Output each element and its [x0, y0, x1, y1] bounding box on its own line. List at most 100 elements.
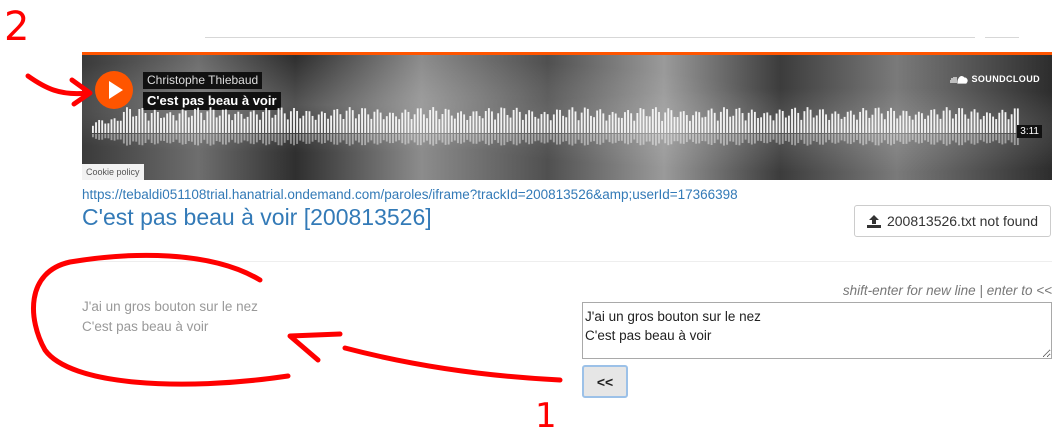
waveform-bar	[862, 108, 865, 133]
waveform-reflection	[311, 134, 314, 142]
track-artist[interactable]: Christophe Thiebaud	[143, 72, 263, 89]
waveform-bar	[206, 111, 209, 133]
waveform-reflection	[450, 134, 453, 142]
waveform-reflection	[723, 134, 725, 146]
waveform-reflection	[243, 134, 246, 141]
waveform-reflection	[927, 134, 930, 142]
iframe-url-link[interactable]: https://tebaldi051108trial.hanatrial.ond…	[82, 187, 738, 202]
waveform-reflection	[228, 134, 230, 143]
waveform-reflection	[856, 134, 858, 140]
waveform-bar	[902, 110, 905, 133]
waveform-bar	[723, 107, 725, 133]
waveform-bar	[713, 112, 716, 133]
waveform-reflection	[710, 134, 713, 145]
waveform-bar	[252, 110, 255, 133]
waveform-bar	[602, 113, 605, 133]
waveform-reflection	[348, 134, 351, 146]
waveform-bar	[110, 119, 113, 133]
cookie-policy-link[interactable]: Cookie policy	[82, 164, 144, 180]
waveform-reflection	[194, 134, 196, 145]
waveform-reflection	[138, 134, 141, 145]
waveform-bar	[757, 118, 759, 133]
waveform-bar	[438, 119, 441, 133]
waveform-bar	[141, 107, 144, 133]
waveform-reflection	[293, 134, 295, 146]
waveform-reflection	[472, 134, 475, 144]
waveform-reflection	[951, 134, 954, 141]
waveform-bar	[948, 110, 951, 133]
waveform-bar	[815, 115, 818, 133]
waveform-bar	[271, 117, 274, 133]
waveform-reflection	[772, 134, 775, 140]
waveform-bar	[327, 118, 329, 133]
waveform-reflection	[602, 134, 605, 143]
waveform-bar	[429, 110, 432, 133]
waveform-bar	[215, 117, 218, 133]
waveform-bar	[546, 114, 549, 133]
waveform-bar	[373, 111, 376, 133]
waveform-reflection	[203, 134, 206, 140]
waveform-reflection	[921, 134, 923, 143]
waveform-bar	[336, 109, 339, 133]
waveform-bar	[911, 119, 914, 133]
waveform-reflection	[469, 134, 472, 142]
waveform-reflection	[840, 134, 843, 141]
waveform-bar	[413, 114, 416, 133]
waveform-reflection	[286, 134, 289, 141]
waveform-reflection	[175, 134, 178, 140]
txt-file-button[interactable]: 200813526.txt not found	[854, 205, 1051, 237]
waveform-bar	[812, 117, 815, 133]
top-divider-short	[985, 37, 1019, 38]
waveform-reflection	[129, 134, 131, 145]
waveform-bar	[342, 118, 345, 133]
waveform-reflection	[367, 134, 370, 143]
waveform-bar	[283, 113, 286, 133]
waveform-bar	[305, 110, 308, 133]
waveform-reflection	[453, 134, 456, 141]
waveform[interactable]	[92, 107, 1020, 149]
waveform-reflection	[262, 134, 264, 144]
waveform-reflection	[698, 134, 701, 144]
lyrics-line: C'est pas beau à voir	[82, 319, 209, 334]
waveform-reflection	[280, 134, 283, 146]
waveform-reflection	[726, 134, 728, 145]
waveform-reflection	[877, 134, 880, 146]
waveform-reflection	[617, 134, 620, 141]
waveform-bar	[95, 122, 97, 133]
waveform-bar	[852, 114, 855, 133]
waveform-bar	[398, 119, 401, 133]
waveform-reflection	[673, 134, 676, 142]
waveform-bar	[194, 108, 196, 133]
waveform-bar	[107, 123, 110, 133]
section-divider	[82, 261, 1052, 262]
waveform-reflection	[692, 134, 694, 143]
lyrics-input[interactable]	[582, 302, 1052, 359]
waveform-reflection	[766, 134, 769, 144]
waveform-reflection	[769, 134, 772, 142]
waveform-reflection	[735, 134, 738, 145]
waveform-bar	[361, 108, 363, 133]
waveform-reflection	[221, 134, 224, 145]
play-button[interactable]	[95, 71, 133, 109]
waveform-reflection	[503, 134, 506, 146]
waveform-reflection	[886, 134, 889, 144]
waveform-reflection	[314, 134, 317, 140]
waveform-reflection	[716, 134, 719, 140]
waveform-reflection	[302, 134, 305, 142]
waveform-reflection	[998, 134, 1001, 144]
waveform-bar	[899, 115, 902, 133]
waveform-bar	[401, 112, 404, 133]
apply-lyrics-button[interactable]: <<	[582, 365, 628, 398]
waveform-reflection	[169, 134, 172, 144]
waveform-reflection	[645, 134, 648, 142]
waveform-reflection	[187, 134, 190, 142]
waveform-reflection	[556, 134, 558, 145]
waveform-bar	[716, 120, 719, 133]
waveform-reflection	[305, 134, 308, 144]
waveform-reflection	[695, 134, 698, 144]
waveform-bar	[274, 114, 277, 133]
soundcloud-logo[interactable]: SOUNDCLOUD	[949, 74, 1041, 84]
waveform-reflection	[1013, 134, 1016, 146]
waveform-reflection	[620, 134, 623, 141]
waveform-bar	[571, 107, 574, 133]
